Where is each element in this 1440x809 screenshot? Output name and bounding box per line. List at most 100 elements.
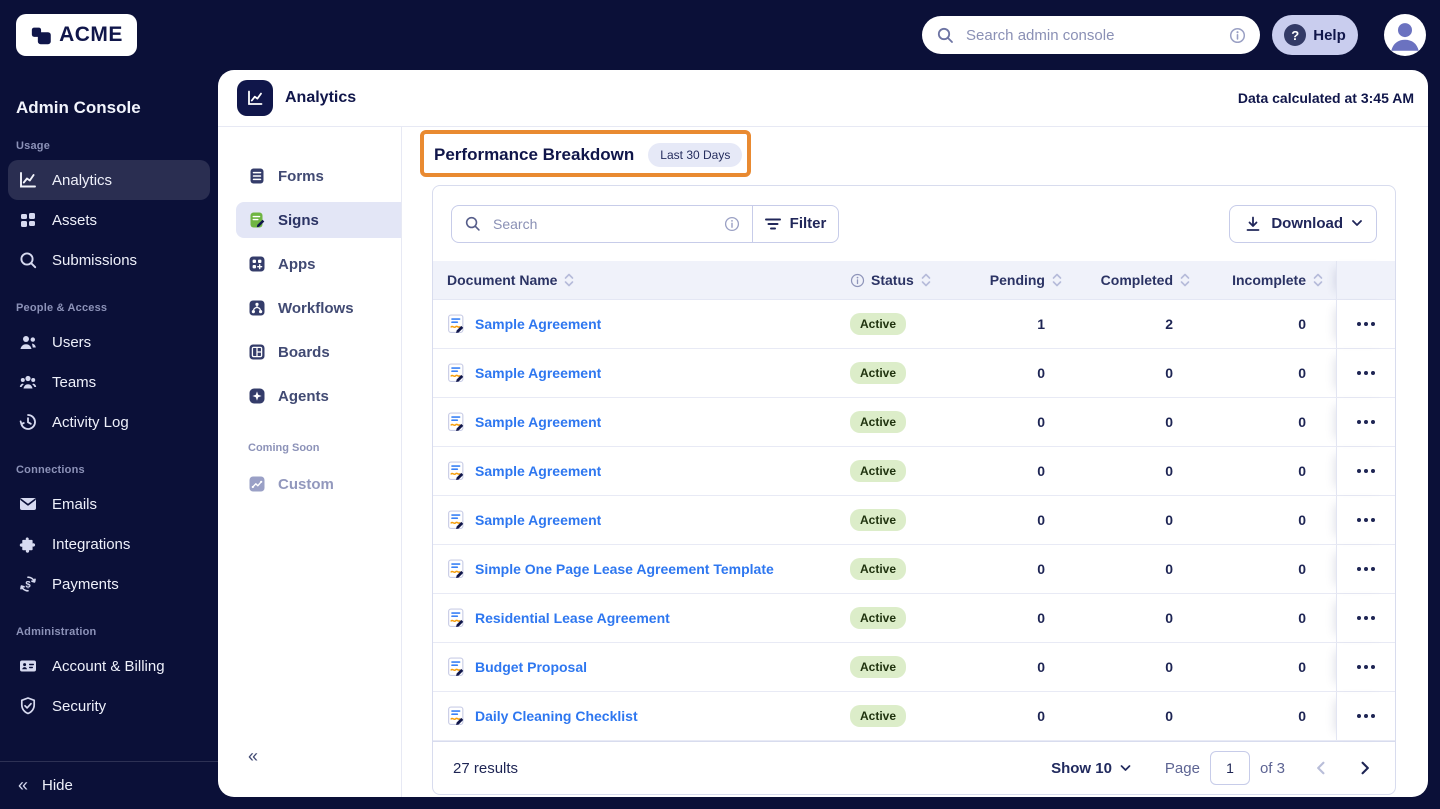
filter-icon: [764, 218, 781, 229]
subnav-item-forms[interactable]: Forms: [236, 158, 401, 194]
sidebar-item-submissions[interactable]: Submissions: [8, 240, 210, 280]
admin-search-input[interactable]: [964, 25, 1219, 45]
subnav-item-label: Workflows: [278, 299, 354, 317]
sort-icon[interactable]: [1051, 273, 1063, 287]
completed-value: 0: [1165, 708, 1173, 724]
subnav-item-boards[interactable]: Boards: [236, 334, 401, 370]
row-actions-button[interactable]: [1351, 463, 1381, 479]
download-icon: [1246, 216, 1260, 231]
sort-icon[interactable]: [563, 273, 575, 287]
document-link[interactable]: Sample Agreement: [475, 316, 601, 332]
document-link[interactable]: Simple One Page Lease Agreement Template: [475, 561, 774, 577]
row-actions-button[interactable]: [1351, 512, 1381, 528]
page-label: Page: [1164, 759, 1200, 777]
sidebar-item-users[interactable]: Users: [8, 322, 210, 362]
column-header-document-name[interactable]: Document Name: [433, 272, 850, 288]
row-actions-button[interactable]: [1351, 610, 1381, 626]
subnav-item-apps[interactable]: Apps: [236, 246, 401, 282]
analytics-page-icon: [237, 80, 273, 116]
row-actions-button[interactable]: [1351, 659, 1381, 675]
document-link[interactable]: Sample Agreement: [475, 365, 601, 381]
sidebar-item-analytics[interactable]: Analytics: [8, 160, 210, 200]
section-head: Performance Breakdown Last 30 Days: [420, 130, 1428, 180]
content-area: Performance Breakdown Last 30 Days Searc…: [402, 127, 1428, 797]
table-search-bar[interactable]: [451, 204, 753, 243]
document-link[interactable]: Budget Proposal: [475, 659, 587, 675]
period-badge: Last 30 Days: [648, 143, 743, 167]
product-subnav: Forms Signs Apps Workflows Boards Agents…: [218, 127, 402, 797]
filter-button[interactable]: Filter: [753, 204, 839, 243]
pending-value: 1: [1037, 316, 1045, 332]
sidebar-item-label: Teams: [52, 373, 97, 391]
acme-logo[interactable]: ACME: [16, 14, 137, 56]
subnav-item-custom[interactable]: Custom: [236, 466, 401, 502]
column-header-completed[interactable]: Completed: [1075, 272, 1203, 288]
document-link[interactable]: Sample Agreement: [475, 414, 601, 430]
status-badge: Active: [850, 313, 907, 335]
previous-page-button[interactable]: [1311, 757, 1330, 779]
shield-check-icon: [20, 697, 36, 715]
download-label: Download: [1271, 215, 1343, 232]
table-body: Sample Agreement Active 1 2 0 Sample Agr…: [433, 300, 1395, 741]
sign-document-icon: [448, 510, 464, 530]
document-link[interactable]: Sample Agreement: [475, 512, 601, 528]
payments-icon: $: [20, 576, 36, 592]
document-link[interactable]: Sample Agreement: [475, 463, 601, 479]
status-badge: Active: [850, 411, 907, 433]
next-page-button[interactable]: [1356, 757, 1375, 779]
subnav-item-agents[interactable]: Agents: [236, 378, 401, 414]
incomplete-value: 0: [1298, 365, 1306, 381]
teams-icon: [19, 375, 37, 389]
table-search-input[interactable]: [491, 214, 714, 233]
agents-icon: [249, 388, 265, 404]
sidebar-item-payments[interactable]: $ Payments: [8, 564, 210, 604]
account-card-icon: [20, 660, 36, 672]
column-header-incomplete[interactable]: Incomplete: [1203, 272, 1336, 288]
sidebar-hide-button[interactable]: « Hide: [0, 761, 218, 809]
completed-value: 0: [1165, 365, 1173, 381]
incomplete-value: 0: [1298, 463, 1306, 479]
sidebar-item-integrations[interactable]: Integrations: [8, 524, 210, 564]
user-avatar[interactable]: [1384, 14, 1426, 56]
column-header-status[interactable]: Status: [850, 272, 970, 288]
row-actions-button[interactable]: [1351, 708, 1381, 724]
sidebar-item-account-billing[interactable]: Account & Billing: [8, 646, 210, 686]
subnav-item-workflows[interactable]: Workflows: [236, 290, 401, 326]
download-button[interactable]: Download: [1229, 204, 1377, 243]
row-actions-button[interactable]: [1351, 561, 1381, 577]
row-actions-button[interactable]: [1351, 414, 1381, 430]
help-button[interactable]: ? Help: [1272, 15, 1358, 55]
document-link[interactable]: Residential Lease Agreement: [475, 610, 670, 626]
page-number-input[interactable]: [1209, 751, 1250, 785]
sidebar-item-label: Submissions: [52, 251, 138, 269]
pending-value: 0: [1037, 414, 1045, 430]
search-icon: [465, 216, 480, 231]
sidebar-item-emails[interactable]: Emails: [8, 484, 210, 524]
subnav-item-label: Signs: [278, 211, 319, 229]
row-actions-button[interactable]: [1351, 365, 1381, 381]
sidebar-item-label: Analytics: [52, 171, 113, 189]
sidebar-item-label: Users: [52, 333, 92, 351]
column-header-pending[interactable]: Pending: [970, 272, 1075, 288]
row-actions-button[interactable]: [1351, 316, 1381, 332]
subnav-item-signs[interactable]: Signs: [236, 202, 401, 238]
sort-icon[interactable]: [1312, 273, 1324, 287]
sort-icon[interactable]: [1179, 273, 1191, 287]
show-per-page-select[interactable]: Show 10: [1045, 759, 1137, 778]
sidebar-section-usage: Usage: [16, 140, 51, 152]
question-mark-icon: ?: [1284, 24, 1307, 46]
sign-document-icon: [448, 559, 464, 579]
puzzle-icon: [19, 537, 36, 553]
sidebar-item-teams[interactable]: Teams: [8, 362, 210, 402]
sort-icon[interactable]: [920, 273, 932, 287]
sidebar-item-security[interactable]: Security: [8, 686, 210, 726]
subnav-collapse-button[interactable]: «: [248, 746, 258, 767]
table-row: Simple One Page Lease Agreement Template…: [433, 545, 1395, 594]
sidebar-item-activity-log[interactable]: Activity Log: [8, 402, 210, 442]
completed-value: 2: [1165, 316, 1173, 332]
document-link[interactable]: Daily Cleaning Checklist: [475, 708, 638, 724]
incomplete-value: 0: [1298, 414, 1306, 430]
sidebar-item-assets[interactable]: Assets: [8, 200, 210, 240]
sign-document-icon: [448, 608, 464, 628]
admin-search-bar[interactable]: [922, 16, 1260, 54]
